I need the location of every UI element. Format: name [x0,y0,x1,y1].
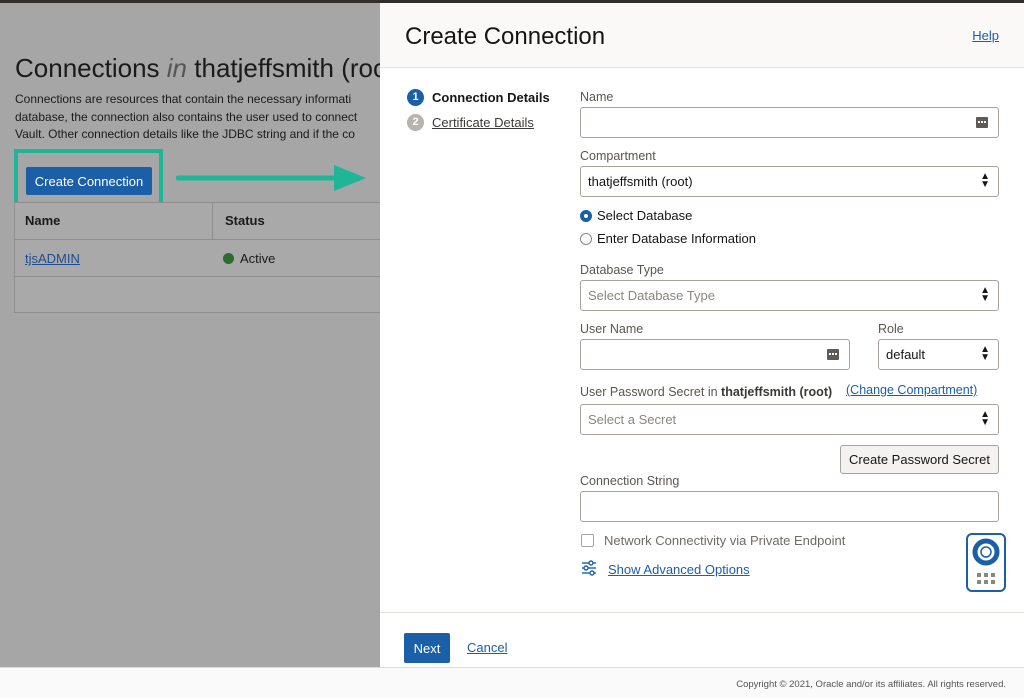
secret-placeholder: Select a Secret [588,412,677,427]
status-dot-icon [223,253,234,264]
status-text: Active [240,251,276,266]
page-description: Connections are resources that contain t… [15,91,380,144]
description-line: Vault. Other connection details like the… [15,127,355,141]
lifebuoy-icon [972,538,1000,584]
create-password-secret-button[interactable]: Create Password Secret [840,445,999,474]
secret-label-compartment: thatjeffsmith (root) [721,385,833,399]
chevron-updown-icon: ▲ ▼ [980,409,990,428]
compartment-value: thatjeffsmith (root) [588,174,693,189]
step-label: Certificate Details [432,115,534,130]
connections-table: Name Status tjsADMIN Active [14,202,380,313]
name-input[interactable] [580,107,999,138]
help-link[interactable]: Help [972,28,999,43]
step-label: Connection Details [432,90,550,105]
create-connection-button[interactable]: Create Connection [26,167,152,195]
column-header-name: Name [25,213,61,228]
page-title-in: in [166,53,188,83]
help-widget[interactable] [966,533,1006,592]
next-button[interactable]: Next [404,633,450,663]
role-label: Role [878,322,904,336]
panel-footer: Next Cancel [380,612,1024,667]
page-title-compartment: thatjeffsmith (roo [194,53,380,83]
panel-title: Create Connection [405,23,606,50]
database-type-select[interactable]: Select Database Type ▲ ▼ [580,280,999,311]
create-connection-panel: Create Connection Help 1 Connection Deta… [380,3,1024,667]
page-title-prefix: Connections [15,53,160,83]
column-header-status: Status [225,213,265,228]
password-secret-select[interactable]: Select a Secret ▲ ▼ [580,404,999,435]
username-input[interactable] [580,339,850,370]
row-divider [15,276,380,277]
keyboard-icon [976,117,988,128]
database-type-placeholder: Select Database Type [588,288,715,303]
radio-label: Enter Database Information [597,231,756,246]
copyright-text: Copyright © 2021, Oracle and/or its affi… [736,679,1006,690]
page-title: Connections in thatjeffsmith (roo [15,53,380,84]
role-select[interactable]: default ▲ ▼ [878,339,999,370]
panel-header: Create Connection Help [380,3,1024,68]
change-compartment-link[interactable]: (Change Compartment) [846,383,977,397]
cancel-link[interactable]: Cancel [467,640,507,655]
secret-label-prefix: User Password Secret in [580,385,718,399]
password-secret-label: User Password Secret in thatjeffsmith (r… [580,385,832,399]
status-badge: Active [223,251,275,266]
chevron-updown-icon: ▲ ▼ [980,171,990,190]
radio-checked-icon [580,210,592,222]
description-line: database, the connection also contains t… [15,109,358,124]
role-value: default [886,347,926,362]
background-page: Connections in thatjeffsmith (roo Connec… [0,3,380,667]
compartment-label: Compartment [580,149,656,163]
database-type-label: Database Type [580,263,664,277]
keyboard-icon [827,349,839,360]
chevron-updown-icon: ▲ ▼ [980,344,990,363]
column-divider [212,203,213,239]
sliders-icon [582,560,596,576]
footer-bar: Copyright © 2021, Oracle and/or its affi… [0,667,1024,698]
chevron-updown-icon: ▲ ▼ [980,285,990,304]
step-number: 2 [407,114,424,131]
connection-string-label: Connection String [580,474,680,488]
username-label: User Name [580,322,644,336]
name-label: Name [580,90,614,104]
radio-label: Select Database [597,208,693,223]
connection-name-link[interactable]: tjsADMIN [25,251,80,266]
show-advanced-options-link[interactable]: Show Advanced Options [608,562,750,577]
private-endpoint-checkbox[interactable] [581,534,594,547]
description-line: Connections are resources that contain t… [15,92,352,106]
compartment-select[interactable]: thatjeffsmith (root) ▲ ▼ [580,166,999,197]
row-divider [15,239,380,240]
highlight-box: Create Connection [14,149,163,209]
annotation-arrow-icon [176,165,366,191]
step-number: 1 [407,89,424,106]
radio-unchecked-icon [580,233,592,245]
private-endpoint-label: Network Connectivity via Private Endpoin… [604,533,846,548]
connection-string-input[interactable] [580,491,999,522]
